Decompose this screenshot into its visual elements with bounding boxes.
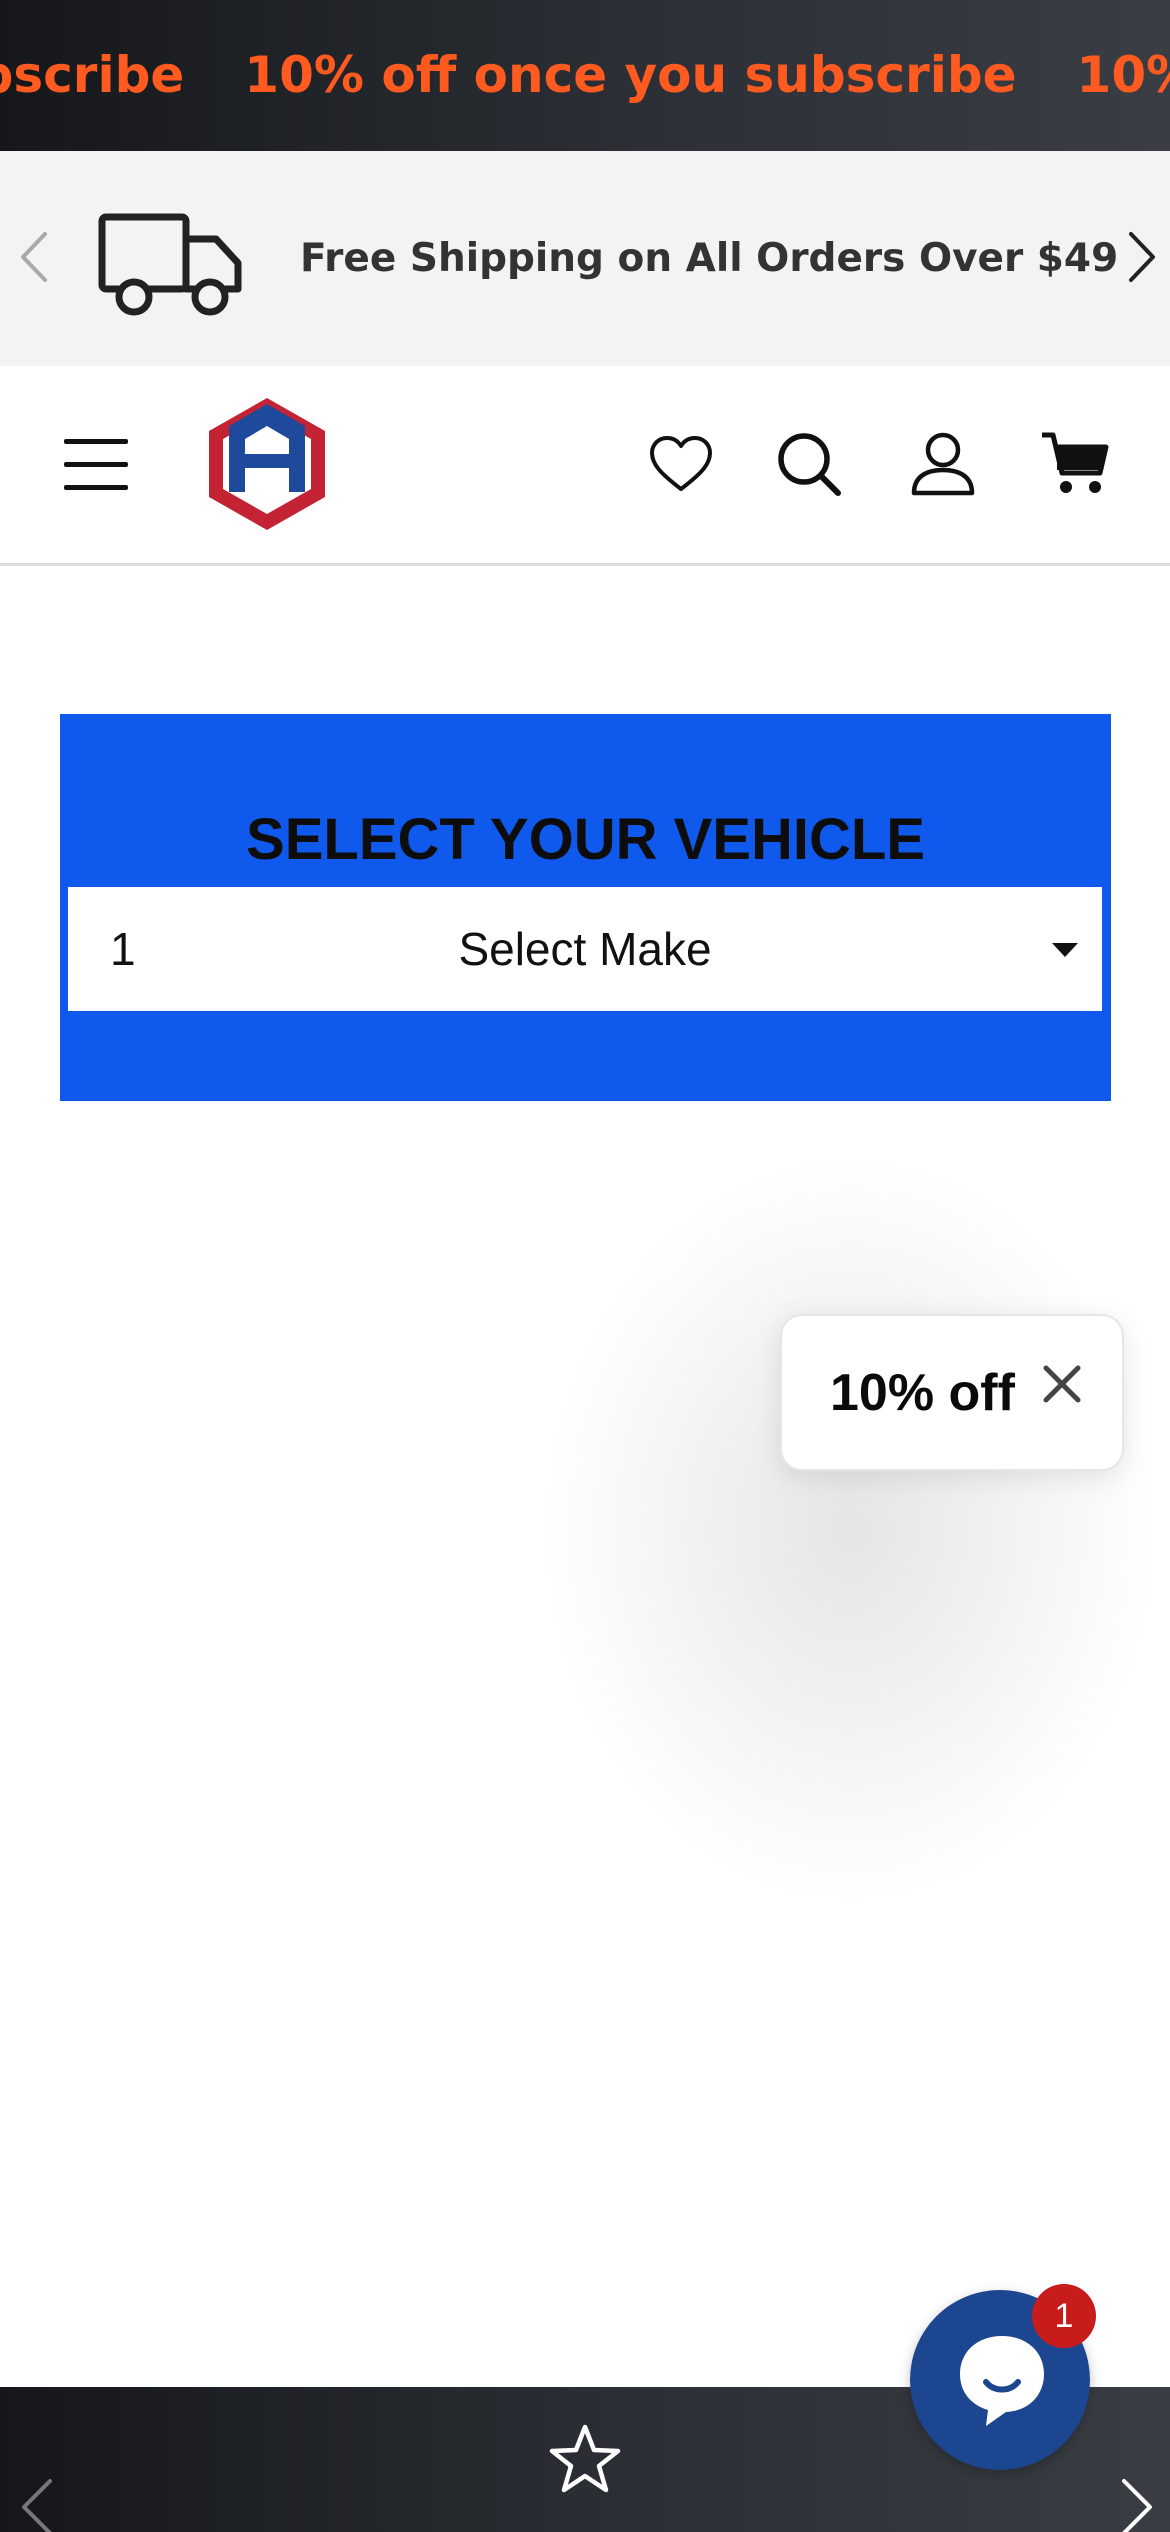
user-icon[interactable] [908, 429, 978, 499]
shipping-next-button[interactable] [1120, 227, 1164, 287]
announcement-text: 10% off once you subscribe [244, 46, 1017, 104]
announcement-bar[interactable]: ubscribe 10% off once you subscribe 10% of… [0, 0, 1170, 151]
chat-badge: 1 [1032, 2284, 1096, 2348]
vehicle-selector-title: SELECT YOUR VEHICLE [246, 807, 925, 872]
truck-icon [98, 213, 242, 316]
announcement-text-repeat: 10% off once you subscribe [1076, 46, 1170, 104]
chevron-left-icon[interactable] [16, 2477, 56, 2532]
close-icon[interactable] [1038, 1360, 1086, 1408]
chevron-left-icon [21, 232, 47, 282]
cart-icon[interactable] [1040, 429, 1110, 499]
page: ubscribe 10% off once you subscribe 10% of… [0, 0, 1170, 2532]
make-select[interactable]: 1 Select Make [68, 887, 1102, 1011]
make-select-label: Select Make [458, 923, 712, 975]
discount-popup[interactable]: 10% off [780, 1314, 1124, 1471]
chevron-right-icon [1129, 232, 1155, 282]
heart-icon[interactable] [646, 429, 716, 499]
site-header [0, 366, 1170, 566]
vehicle-selector: SELECT YOUR VEHICLE 1 Select Make [60, 714, 1111, 1101]
chevron-down-icon [1052, 943, 1078, 957]
shipping-banner: Free Shipping on All Orders Over $49 [0, 151, 1170, 366]
star-icon[interactable] [548, 2423, 622, 2495]
announcement-marquee: ubscribe 10% off once you subscribe 10% of… [0, 38, 1170, 112]
search-icon[interactable] [774, 429, 844, 499]
chat-bubble-icon [960, 2336, 1044, 2426]
menu-icon[interactable] [64, 439, 130, 491]
shipping-text: Free Shipping on All Orders Over $49 [300, 236, 1119, 281]
announcement-text-partial: ubscribe [0, 46, 185, 104]
popup-shadow [530, 1140, 1170, 1920]
chevron-right-icon[interactable] [1118, 2477, 1158, 2532]
shipping-prev-button[interactable] [12, 227, 56, 287]
logo[interactable] [205, 396, 329, 532]
discount-text: 10% off [830, 1364, 1015, 1422]
